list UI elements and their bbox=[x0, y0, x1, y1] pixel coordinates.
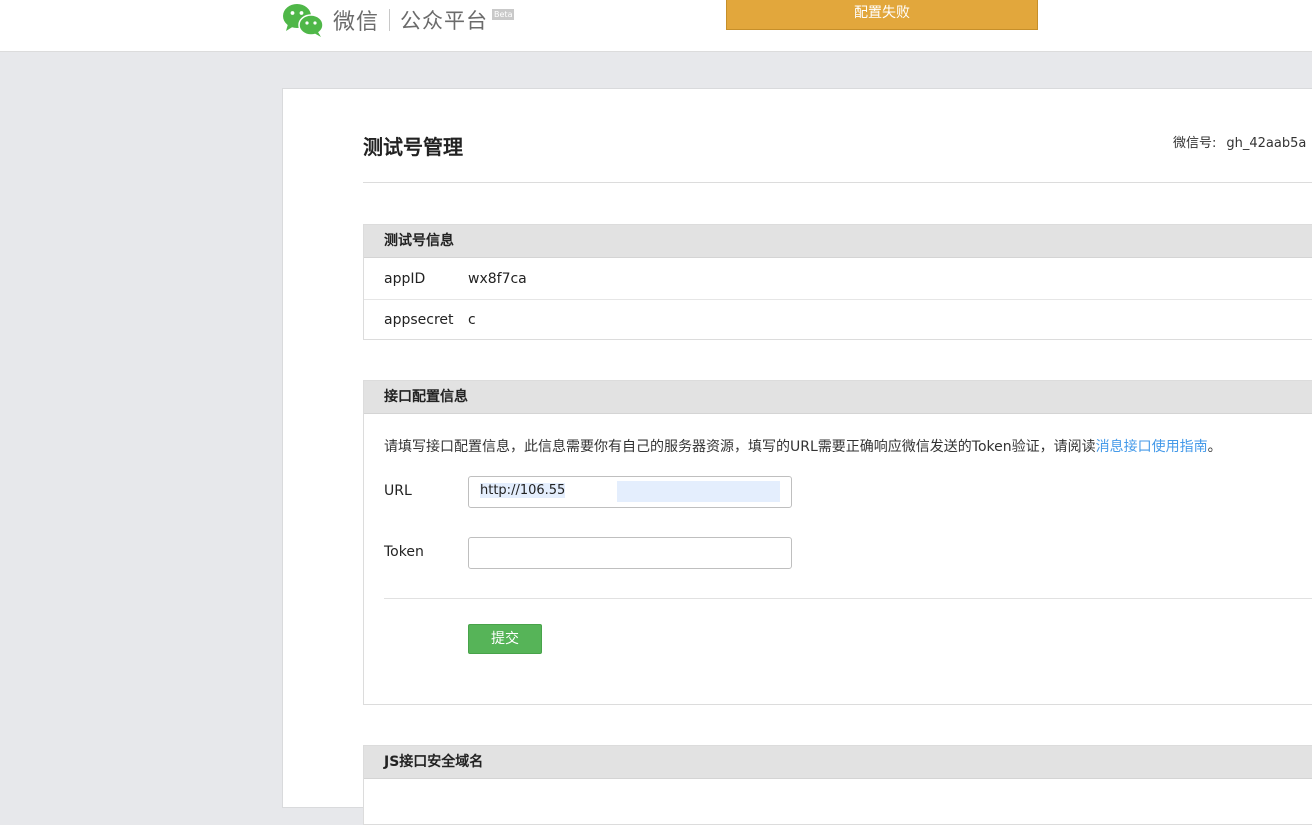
brand-wechat-text: 微信 bbox=[333, 10, 380, 35]
appid-label: appID bbox=[384, 270, 426, 287]
wechat-mp-logo[interactable]: 微信 公众平台 Beta bbox=[282, 2, 515, 38]
description-text: 请填写接口配置信息，此信息需要你有自己的服务器资源，填写的URL需要正确响应微信… bbox=[384, 439, 1096, 455]
url-input-value: http://106.55 bbox=[480, 483, 566, 498]
appid-value[interactable]: wx8f7ca bbox=[468, 271, 527, 287]
token-label: Token bbox=[384, 544, 424, 560]
beta-badge: Beta bbox=[492, 9, 515, 20]
appsecret-value[interactable]: c bbox=[468, 312, 476, 328]
form-divider bbox=[384, 598, 1312, 599]
title-divider bbox=[363, 182, 1312, 183]
account-info: 微信号: gh_42aab5a bbox=[1173, 132, 1306, 151]
account-label: 微信号: bbox=[1173, 136, 1217, 151]
section-heading: JS接口安全域名 bbox=[364, 746, 1312, 779]
info-row-appid: appID wx8f7ca bbox=[364, 258, 1312, 299]
page-title: 测试号管理 bbox=[363, 135, 463, 159]
test-account-info-section: 测试号信息 appID wx8f7ca appsecret c bbox=[363, 224, 1312, 340]
section-heading: 接口配置信息 bbox=[364, 381, 1312, 414]
top-header: 微信 公众平台 Beta 配置失败 bbox=[0, 0, 1312, 52]
js-domain-section: JS接口安全域名 bbox=[363, 745, 1312, 825]
description-end: 。 bbox=[1207, 439, 1222, 455]
main-panel: 测试号管理 微信号: gh_42aab5a 测试号信息 appID wx8f7ca… bbox=[282, 88, 1312, 825]
url-input[interactable]: http://106.55 bbox=[468, 476, 792, 508]
brand-separator bbox=[389, 9, 391, 31]
account-value: gh_42aab5a bbox=[1226, 136, 1307, 151]
token-input[interactable] bbox=[468, 537, 792, 569]
brand-platform-text: 公众平台 bbox=[400, 9, 489, 33]
section-heading: 测试号信息 bbox=[364, 225, 1312, 258]
interface-config-section: 接口配置信息 请填写接口配置信息，此信息需要你有自己的服务器资源，填写的URL需… bbox=[363, 380, 1312, 705]
url-label: URL bbox=[384, 483, 412, 499]
submit-button[interactable]: 提交 bbox=[468, 624, 542, 654]
info-row-appsecret: appsecret c bbox=[364, 299, 1312, 340]
error-toast: 配置失败 bbox=[726, 0, 1038, 30]
config-description: 请填写接口配置信息，此信息需要你有自己的服务器资源，填写的URL需要正确响应微信… bbox=[384, 436, 1222, 456]
text-selection-highlight bbox=[617, 481, 780, 502]
message-api-guide-link[interactable]: 消息接口使用指南 bbox=[1096, 439, 1208, 455]
appsecret-label: appsecret bbox=[384, 312, 454, 328]
wechat-logo-icon bbox=[283, 4, 324, 37]
